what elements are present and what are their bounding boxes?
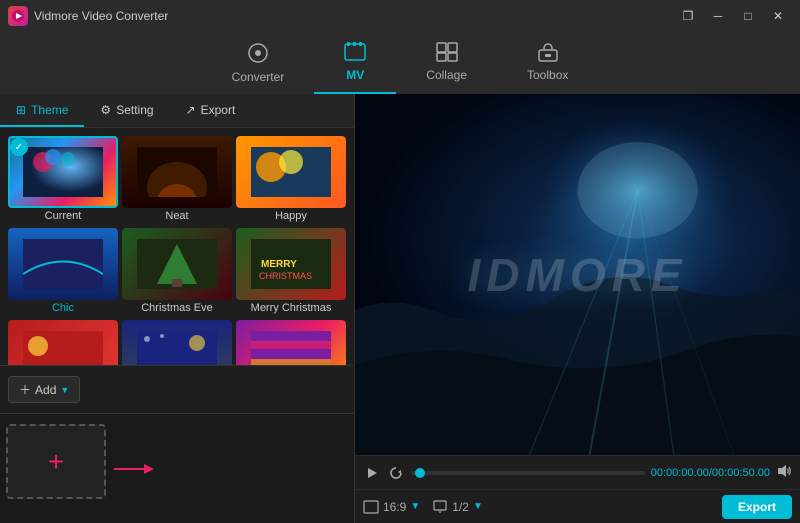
- setting-icon: ⚙: [100, 103, 111, 117]
- subtab-export[interactable]: ↗ Export: [170, 94, 252, 127]
- subtab-theme[interactable]: ⊞ Theme: [0, 94, 84, 127]
- toolbox-label: Toolbox: [527, 68, 568, 82]
- export-button[interactable]: Export: [722, 495, 792, 519]
- theme-label-neat: Neat: [122, 210, 232, 224]
- list-item[interactable]: ✓ Current: [8, 136, 118, 224]
- theme-tab-label: Theme: [31, 103, 68, 117]
- clip-plus-icon: +: [48, 446, 64, 478]
- tab-toolbox[interactable]: Toolbox: [497, 36, 598, 94]
- add-button[interactable]: ＋ Add ▼: [8, 376, 80, 403]
- progress-dot: [415, 468, 425, 478]
- mv-label: MV: [346, 68, 364, 82]
- add-plus-icon: ＋: [19, 381, 31, 398]
- list-item[interactable]: Christmas Eve: [122, 228, 232, 316]
- minimize-button[interactable]: ─: [704, 5, 732, 27]
- converter-icon: [247, 42, 269, 68]
- theme-grid: ✓ Current Neat Ha: [0, 128, 354, 365]
- theme-thumb-snowy-night: [122, 320, 232, 365]
- collage-icon: [436, 42, 458, 66]
- add-dropdown-icon: ▼: [60, 385, 69, 395]
- theme-thumb-happy: [236, 136, 346, 208]
- theme-label-current: Current: [8, 210, 118, 224]
- replay-button[interactable]: [387, 464, 405, 482]
- theme-grid-icon: ⊞: [16, 103, 26, 117]
- video-preview: IDMORE: [355, 94, 800, 455]
- theme-thumb-merry-christmas: MERRYCHRISTMAS: [236, 228, 346, 300]
- restore-button[interactable]: ❐: [674, 5, 702, 27]
- bottom-panel: ＋ Add ▼: [0, 365, 354, 413]
- aspect-ratio-icon: [363, 500, 379, 514]
- list-item[interactable]: Chic: [8, 228, 118, 316]
- theme-thumb-neat: [122, 136, 232, 208]
- time-display: 00:00:00.00/00:00:50.00: [651, 467, 770, 479]
- list-item[interactable]: MERRYCHRISTMAS Merry Christmas: [236, 228, 346, 316]
- subtab-setting[interactable]: ⚙ Setting: [84, 94, 169, 127]
- app-title: Vidmore Video Converter: [34, 9, 168, 23]
- bottom-controls: 16:9 ▼ 1/2 ▼ Export: [355, 489, 800, 523]
- play-button[interactable]: [363, 464, 381, 482]
- main-content: ⊞ Theme ⚙ Setting ↗ Export ✓: [0, 94, 800, 523]
- export-tab-label: Export: [201, 103, 236, 117]
- title-bar: Vidmore Video Converter ❐ ─ □ ✕: [0, 0, 800, 32]
- theme-label-happy: Happy: [236, 210, 346, 224]
- theme-label-christmas-eve: Christmas Eve: [122, 302, 232, 316]
- add-label: Add: [35, 383, 56, 397]
- sub-tabs: ⊞ Theme ⚙ Setting ↗ Export: [0, 94, 354, 128]
- app-icon: [8, 6, 28, 26]
- theme-label-merry-christmas: Merry Christmas: [236, 302, 346, 316]
- page-dropdown[interactable]: ▼: [473, 501, 483, 512]
- collage-label: Collage: [426, 68, 467, 82]
- mv-icon: [344, 42, 366, 66]
- nav-tabs: Converter MV Collage: [0, 32, 800, 94]
- ratio-selector: 16:9 ▼ 1/2 ▼: [363, 500, 483, 514]
- close-button[interactable]: ✕: [764, 5, 792, 27]
- theme-thumb-christmas-eve: [122, 228, 232, 300]
- list-item[interactable]: Snowy Night: [122, 320, 232, 365]
- theme-thumb-chic: [8, 228, 118, 300]
- left-panel: ⊞ Theme ⚙ Setting ↗ Export ✓: [0, 94, 355, 523]
- page-value: 1/2: [452, 500, 469, 514]
- setting-tab-label: Setting: [116, 103, 153, 117]
- right-panel: IDMORE 00:00:00.00/00:00:50.00 16:9 ▼: [355, 94, 800, 523]
- converter-label: Converter: [232, 70, 285, 84]
- video-controls: 00:00:00.00/00:00:50.00: [355, 455, 800, 489]
- list-item[interactable]: Happy: [236, 136, 346, 224]
- svg-text:CHRISTMAS: CHRISTMAS: [259, 271, 312, 281]
- tab-converter[interactable]: Converter: [202, 36, 315, 94]
- monitor-icon: [432, 500, 448, 514]
- preview-watermark: IDMORE: [468, 248, 688, 302]
- export-arrow-icon: ↗: [186, 103, 196, 117]
- ratio-value: 16:9: [383, 500, 406, 514]
- progress-bar[interactable]: [411, 471, 645, 475]
- svg-text:MERRY: MERRY: [261, 259, 297, 270]
- toolbox-icon: [537, 42, 559, 66]
- add-media-placeholder[interactable]: +: [6, 424, 106, 499]
- tab-collage[interactable]: Collage: [396, 36, 497, 94]
- theme-thumb-stripes-waves: [236, 320, 346, 365]
- theme-thumb-santa-claus: [8, 320, 118, 365]
- arrow-indicator: [114, 461, 154, 477]
- list-item[interactable]: Stripes & Waves: [236, 320, 346, 365]
- maximize-button[interactable]: □: [734, 5, 762, 27]
- list-item[interactable]: Neat: [122, 136, 232, 224]
- media-clips: +: [6, 418, 348, 519]
- theme-label-chic: Chic: [8, 302, 118, 316]
- media-area: +: [0, 413, 354, 523]
- list-item[interactable]: Santa Claus: [8, 320, 118, 365]
- volume-icon[interactable]: [776, 464, 792, 481]
- ratio-dropdown[interactable]: ▼: [410, 501, 420, 512]
- tab-mv[interactable]: MV: [314, 36, 396, 94]
- theme-selected-check: ✓: [10, 138, 28, 156]
